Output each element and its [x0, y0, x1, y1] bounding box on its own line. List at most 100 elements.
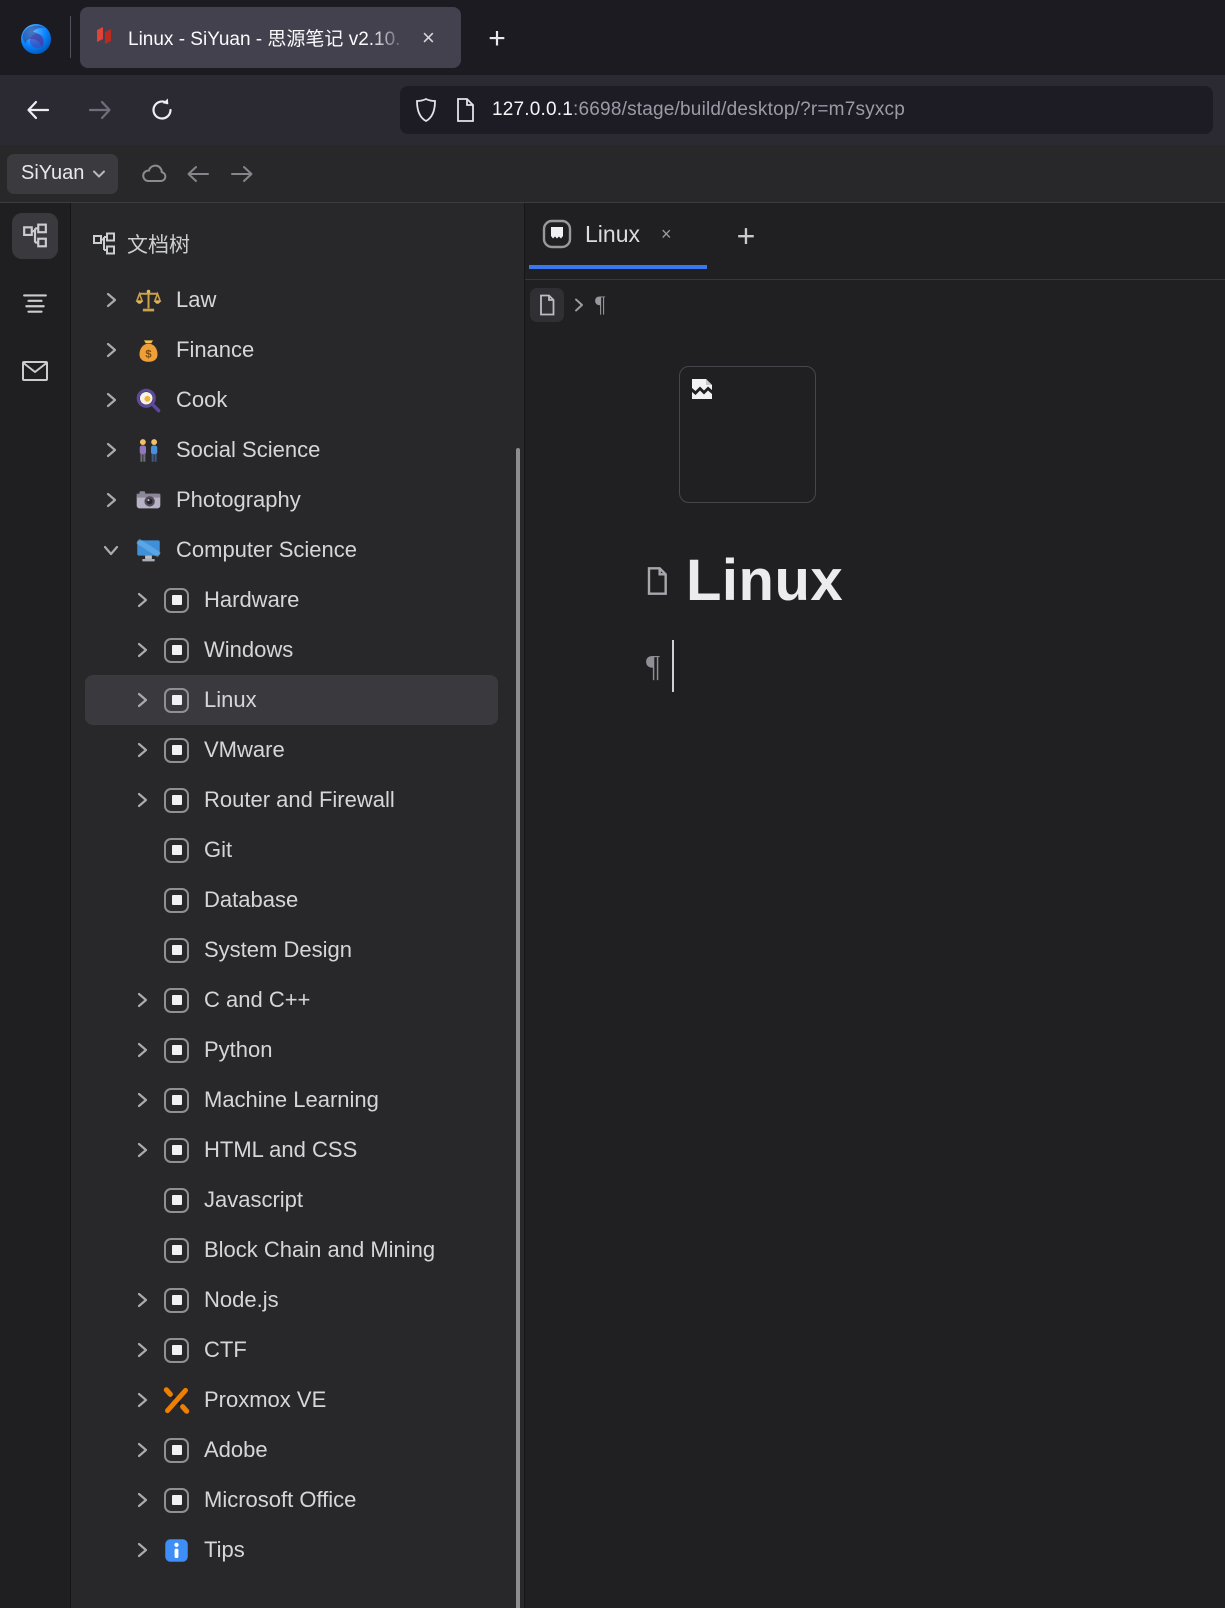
tree-item-tips[interactable]: Tips — [85, 1525, 498, 1575]
paragraph-block[interactable]: ¶ — [646, 640, 1225, 692]
tree-item-windows[interactable]: Windows — [85, 625, 498, 675]
browser-forward-button[interactable] — [80, 90, 120, 130]
tree-item-microsoft-office[interactable]: Microsoft Office — [85, 1475, 498, 1525]
app-forward-button[interactable] — [220, 152, 264, 196]
doc-icon[interactable] — [163, 1437, 190, 1464]
chevron-right-icon[interactable] — [99, 288, 123, 312]
tree-item-label: Router and Firewall — [204, 787, 395, 812]
browser-back-button[interactable] — [18, 90, 58, 130]
tree-item-system-design[interactable]: System Design — [85, 925, 498, 975]
tree-item-social-science[interactable]: Social Science — [85, 425, 498, 475]
tree-scrollbar[interactable] — [516, 448, 520, 1608]
chevron-right-icon[interactable] — [130, 688, 154, 712]
tree-item-ctf[interactable]: CTF — [85, 1325, 498, 1375]
tree-item-c-and-c[interactable]: C and C++ — [85, 975, 498, 1025]
chevron-right-icon[interactable] — [130, 1088, 154, 1112]
doc-icon[interactable] — [163, 1237, 190, 1264]
breadcrumb-doc-button[interactable] — [530, 288, 564, 322]
browser-new-tab-button[interactable]: + — [478, 20, 516, 58]
browser-reload-button[interactable] — [142, 90, 182, 130]
editor-new-tab-button[interactable]: + — [725, 215, 767, 257]
dock-outline-button[interactable] — [12, 280, 58, 326]
doc-icon[interactable] — [163, 937, 190, 964]
tree-item-vmware[interactable]: VMware — [85, 725, 498, 775]
chevron-right-icon[interactable] — [130, 738, 154, 762]
chevron-right-icon[interactable] — [130, 788, 154, 812]
chevron-right-icon[interactable] — [130, 638, 154, 662]
people-icon[interactable] — [135, 437, 162, 464]
tree-item-computer-science[interactable]: Computer Science — [85, 525, 498, 575]
tree-item-database[interactable]: Database — [85, 875, 498, 925]
doc-icon[interactable] — [163, 1287, 190, 1314]
doc-icon[interactable] — [163, 737, 190, 764]
tree-item-node-js[interactable]: Node.js — [85, 1275, 498, 1325]
tree-item-block-chain-and-mining[interactable]: Block Chain and Mining — [85, 1225, 498, 1275]
chevron-right-icon[interactable] — [130, 1038, 154, 1062]
tree-item-photography[interactable]: Photography — [85, 475, 498, 525]
tree-item-linux[interactable]: Linux — [85, 675, 498, 725]
chevron-right-icon[interactable] — [99, 388, 123, 412]
tree-item-law[interactable]: Law — [85, 275, 498, 325]
editor-tab-close-icon[interactable]: × — [661, 224, 672, 245]
tree-item-proxmox-ve[interactable]: Proxmox VE — [85, 1375, 498, 1425]
chevron-right-icon[interactable] — [130, 988, 154, 1012]
chevron-right-icon[interactable] — [99, 438, 123, 462]
shield-icon[interactable] — [414, 97, 438, 123]
tree-item-html-and-css[interactable]: HTML and CSS — [85, 1125, 498, 1175]
doc-icon[interactable] — [163, 1187, 190, 1214]
doc-icon[interactable] — [163, 1087, 190, 1114]
chevron-right-icon[interactable] — [130, 1438, 154, 1462]
tree-item-cook[interactable]: Cook — [85, 375, 498, 425]
tree-item-hardware[interactable]: Hardware — [85, 575, 498, 625]
tree-item-machine-learning[interactable]: Machine Learning — [85, 1075, 498, 1125]
chevron-right-icon[interactable] — [130, 1138, 154, 1162]
tree-item-router-and-firewall[interactable]: Router and Firewall — [85, 775, 498, 825]
doc-icon[interactable] — [163, 1137, 190, 1164]
chevron-right-icon[interactable] — [130, 1288, 154, 1312]
editor-tab-linux[interactable]: Linux × — [529, 203, 707, 269]
breadcrumb-paragraph-mark[interactable]: ¶ — [595, 292, 605, 318]
tree-item-finance[interactable]: $ Finance — [85, 325, 498, 375]
sync-button[interactable] — [132, 152, 176, 196]
tree-item-git[interactable]: Git — [85, 825, 498, 875]
doc-icon[interactable] — [163, 1337, 190, 1364]
doc-icon[interactable] — [163, 687, 190, 714]
doc-icon[interactable] — [163, 1487, 190, 1514]
tree-item-python[interactable]: Python — [85, 1025, 498, 1075]
dock-inbox-button[interactable] — [12, 348, 58, 394]
finance-icon[interactable]: $ — [135, 337, 162, 364]
doc-icon[interactable] — [163, 1037, 190, 1064]
dock-file-tree-button[interactable] — [12, 213, 58, 259]
page-icon[interactable] — [454, 97, 476, 123]
doc-icon[interactable] — [163, 637, 190, 664]
doc-icon[interactable] — [163, 787, 190, 814]
chevron-right-icon[interactable] — [130, 588, 154, 612]
chevron-down-icon[interactable] — [99, 538, 123, 562]
doc-icon[interactable] — [163, 837, 190, 864]
info-icon[interactable] — [163, 1537, 190, 1564]
url-bar[interactable]: 127.0.0.1:6698/stage/build/desktop/?r=m7… — [400, 86, 1213, 134]
chevron-right-icon[interactable] — [130, 1338, 154, 1362]
doc-icon[interactable] — [163, 987, 190, 1014]
tab-close-icon[interactable]: × — [422, 26, 435, 49]
document-title[interactable]: Linux — [686, 547, 843, 614]
camera-icon[interactable] — [135, 487, 162, 514]
chevron-right-icon[interactable] — [130, 1488, 154, 1512]
firefox-view-button[interactable] — [12, 14, 60, 62]
tree-item-javascript[interactable]: Javascript — [85, 1175, 498, 1225]
doc-icon[interactable] — [163, 887, 190, 914]
doc-icon[interactable] — [163, 587, 190, 614]
chevron-right-icon[interactable] — [130, 1388, 154, 1412]
document-icon-image-placeholder[interactable] — [679, 366, 816, 503]
chevron-right-icon[interactable] — [99, 488, 123, 512]
computer-icon[interactable] — [135, 537, 162, 564]
law-icon[interactable] — [135, 287, 162, 314]
proxmox-icon[interactable] — [163, 1386, 190, 1414]
app-back-button[interactable] — [176, 152, 220, 196]
workspace-switcher-button[interactable]: SiYuan — [7, 153, 119, 194]
chevron-right-icon[interactable] — [130, 1538, 154, 1562]
tree-item-adobe[interactable]: Adobe — [85, 1425, 498, 1475]
cook-icon[interactable] — [135, 387, 162, 414]
chevron-right-icon[interactable] — [99, 338, 123, 362]
browser-tab-linux[interactable]: Linux - SiYuan - 思源笔记 v2.10. × — [80, 7, 461, 68]
